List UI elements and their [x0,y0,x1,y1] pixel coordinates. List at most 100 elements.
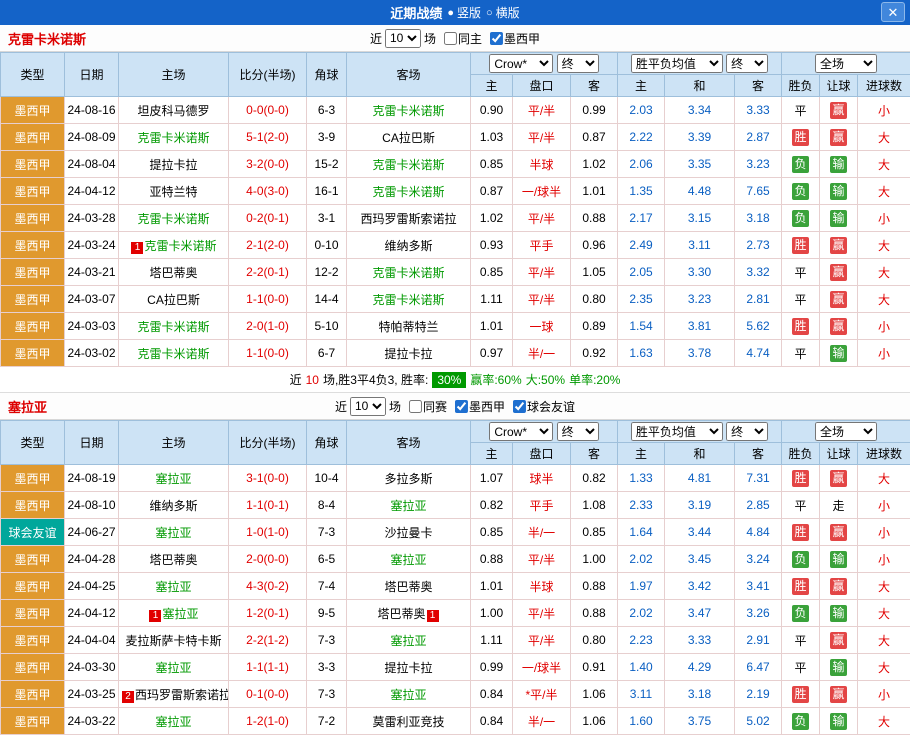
goals-cell: 大 [858,151,910,178]
col-odds-away: 客 [571,75,618,97]
handicap-result-cell: 输 [820,654,858,681]
league-type-cell: 墨西甲 [1,97,65,124]
home-team-cell: 亚特兰特 [119,178,229,205]
avg-home-cell: 2.17 [618,205,665,232]
home-odds-cell: 1.11 [471,286,513,313]
league-type-cell: 墨西甲 [1,124,65,151]
handicap-cell: 半球 [513,573,571,600]
avg-home-cell: 2.22 [618,124,665,151]
league-checkbox[interactable] [490,32,503,45]
away-odds-cell: 0.96 [571,232,618,259]
home-odds-cell: 1.01 [471,573,513,600]
filter-bar: 近 10 场 同赛 墨西甲 球会友谊 [335,397,575,416]
result-cell: 胜 [782,313,820,340]
team-name-text: 塞拉亚 [390,499,426,513]
odds-source-select[interactable]: Crow* [489,54,553,73]
away-team-cell: 克雷卡米诺斯 [347,259,471,286]
same-home-filter[interactable]: 同主 [444,30,482,47]
team-name-text: 克雷卡米诺斯 [144,239,216,253]
close-button[interactable]: ✕ [881,2,905,22]
team-name-text: 塞拉亚 [390,688,426,702]
team-name-text: 亚特兰特 [149,185,197,199]
away-odds-cell: 0.91 [571,654,618,681]
layout-vertical-radio[interactable]: ● 竖版 [447,4,481,21]
league-filter[interactable]: 墨西甲 [490,30,540,47]
col-handicap: 盘口 [513,75,571,97]
friendly-checkbox[interactable] [513,400,526,413]
same-competition-filter[interactable]: 同赛 [409,398,447,415]
score-cell: 2-2(0-1) [229,259,307,286]
handicap-cell: 一/球半 [513,178,571,205]
result-cell: 胜 [782,519,820,546]
home-odds-cell: 0.85 [471,151,513,178]
score-cell: 2-2(1-2) [229,627,307,654]
match-row: 墨西甲24-03-07CA拉巴斯1-1(0-0)14-4克雷卡米诺斯1.11平/… [1,286,910,313]
fulltime-group-header: 全场 [782,421,910,443]
avg-time-select[interactable]: 终 [726,54,768,73]
avg-home-cell: 1.97 [618,573,665,600]
summary-bar: 近10场,胜3平4负3, 胜率: 30% 赢率:60% 大:50% 单率:20% [0,367,910,393]
goals-cell: 大 [858,600,910,627]
handicap-result-cell-badge: 赢 [830,578,847,595]
corner-cell: 8-4 [307,492,347,519]
handicap-result-cell-badge: 输 [830,659,847,676]
league-filter[interactable]: 墨西甲 [455,398,505,415]
handicap-cell: 平/半 [513,286,571,313]
col-goals: 进球数 [858,443,910,465]
same-competition-checkbox[interactable] [409,400,422,413]
same-home-checkbox[interactable] [444,32,457,45]
league-checkbox[interactable] [455,400,468,413]
result-cell: 负 [782,178,820,205]
match-count-select[interactable]: 10 [350,397,386,416]
red-card-badge: 1 [427,610,439,622]
away-odds-cell: 1.06 [571,681,618,708]
handicap-cell: 球半 [513,465,571,492]
goals-cell: 大 [858,124,910,151]
match-date-cell: 24-03-28 [65,205,119,232]
corner-cell: 3-3 [307,654,347,681]
result-cell-badge: 负 [792,210,809,227]
avg-away-cell: 6.47 [735,654,782,681]
corner-cell: 0-10 [307,232,347,259]
odds-source-select[interactable]: Crow* [489,422,553,441]
match-count-select[interactable]: 10 [385,29,421,48]
avg-draw-cell: 3.30 [665,259,735,286]
avg-away-cell: 3.26 [735,600,782,627]
layout-horizontal-radio[interactable]: ○ 横版 [486,4,520,21]
fulltime-select[interactable]: 全场 [815,54,877,73]
odds-time-select[interactable]: 终 [557,54,599,73]
single-rate: 单率:20% [569,371,620,388]
friendly-label: 球会友谊 [527,398,575,415]
corner-cell: 6-5 [307,546,347,573]
odds-time-select[interactable]: 终 [557,422,599,441]
friendly-filter[interactable]: 球会友谊 [513,398,575,415]
corner-cell: 12-2 [307,259,347,286]
league-type-cell: 墨西甲 [1,340,65,367]
home-team-cell: 维纳多斯 [119,492,229,519]
score-cell: 2-0(0-0) [229,546,307,573]
vertical-label: 竖版 [457,4,481,21]
handicap-result-cell-badge: 输 [830,183,847,200]
corner-cell: 6-7 [307,340,347,367]
red-card-badge: 2 [122,691,134,703]
home-team-cell: CA拉巴斯 [119,286,229,313]
handicap-result-cell-badge: 赢 [830,686,847,703]
handicap-result-cell-badge: 赢 [830,291,847,308]
avg-source-select[interactable]: 胜平负均值 [631,54,723,73]
away-odds-cell: 1.06 [571,708,618,735]
handicap-result-cell: 走 [820,492,858,519]
result-cell-badge: 负 [792,605,809,622]
goals-cell: 大 [858,627,910,654]
team-name-text: 塔巴蒂奥 [377,607,425,621]
fulltime-select[interactable]: 全场 [815,422,877,441]
fulltime-group-header: 全场 [782,53,910,75]
team-name-text: 塞拉亚 [155,580,191,594]
handicap-result-cell-badge: 输 [830,713,847,730]
home-team-cell: 塔巴蒂奥 [119,546,229,573]
avg-time-select[interactable]: 终 [726,422,768,441]
avg-source-select[interactable]: 胜平负均值 [631,422,723,441]
handicap-result-cell-badge: 赢 [830,470,847,487]
score-cell: 2-1(2-0) [229,232,307,259]
handicap-result-cell: 赢 [820,97,858,124]
match-row: 墨西甲24-08-19塞拉亚3-1(0-0)10-4多拉多斯1.07球半0.82… [1,465,910,492]
